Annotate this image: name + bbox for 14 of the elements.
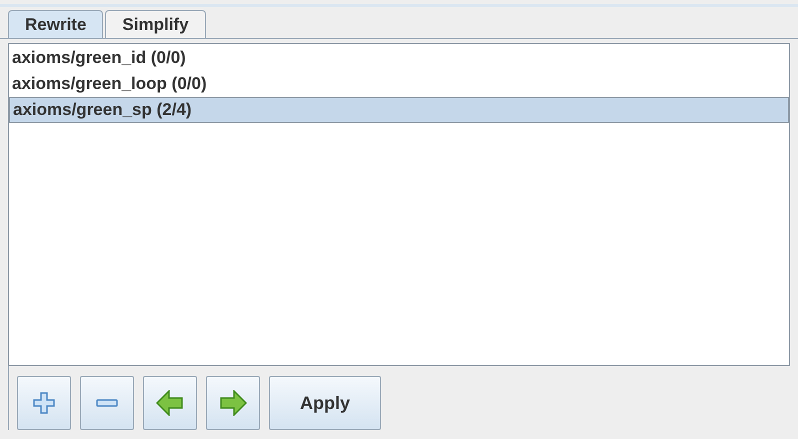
right-arrow-icon: [219, 390, 247, 416]
left-arrow-icon: [156, 390, 184, 416]
list-item[interactable]: axioms/green_id (0/0): [9, 45, 789, 71]
back-button[interactable]: [143, 376, 197, 430]
tab[interactable]: Rewrite: [8, 10, 104, 38]
forward-button[interactable]: [206, 376, 260, 430]
add-button[interactable]: [17, 376, 71, 430]
list-item[interactable]: axioms/green_loop (0/0): [9, 71, 789, 97]
minus-icon: [96, 399, 118, 407]
list-item[interactable]: axioms/green_sp (2/4): [9, 97, 789, 123]
remove-button[interactable]: [80, 376, 134, 430]
plus-icon: [33, 392, 55, 414]
tab[interactable]: Simplify: [105, 10, 206, 38]
apply-button[interactable]: Apply: [269, 376, 381, 430]
